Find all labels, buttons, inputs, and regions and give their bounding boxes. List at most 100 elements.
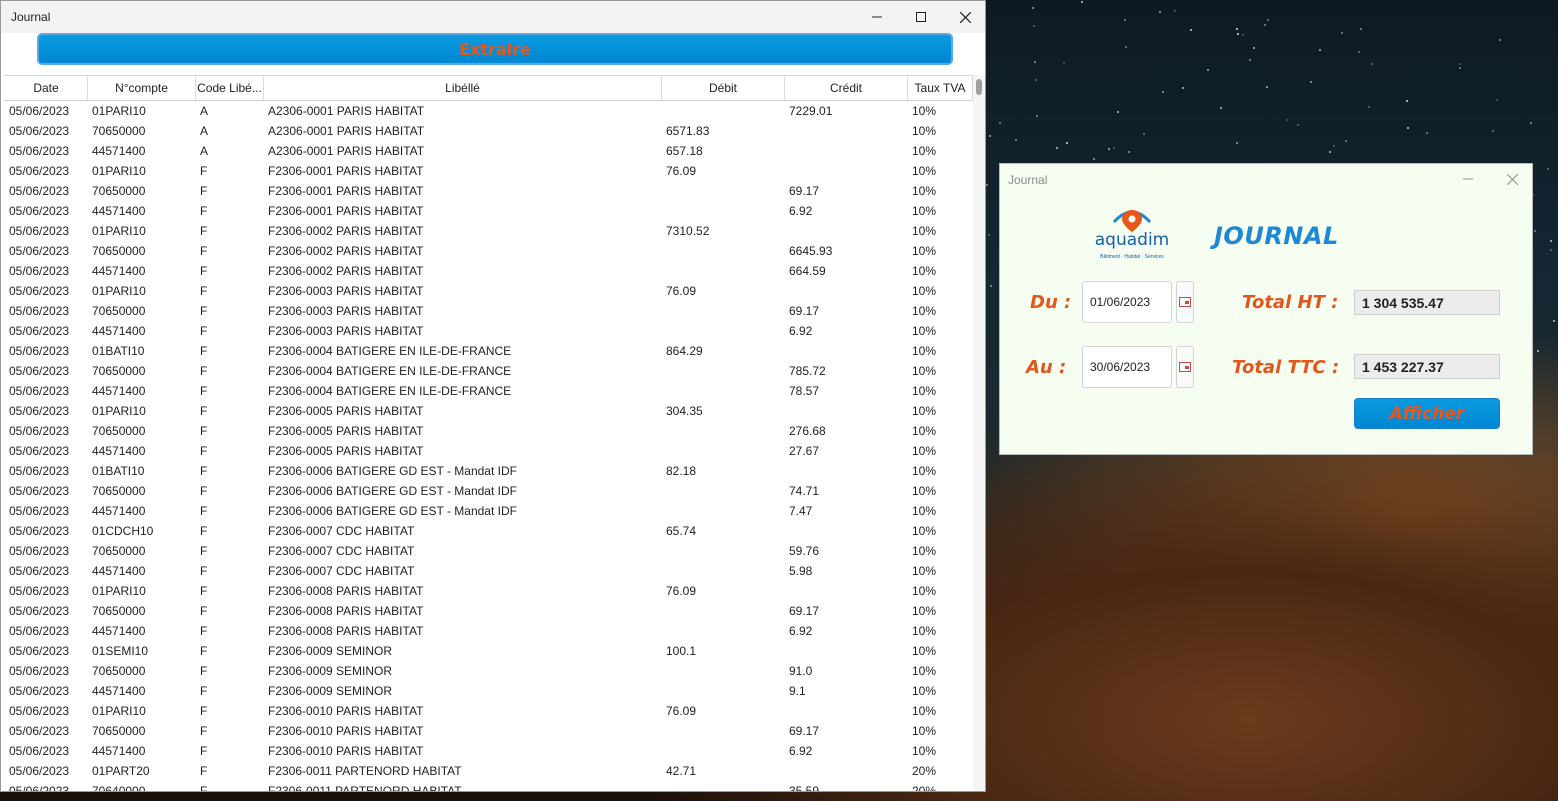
cell-debit — [662, 241, 785, 261]
table-row[interactable]: 05/06/2023 01PARI10 F F2306-0010 PARIS HABI… — [5, 701, 973, 721]
minimize-icon — [872, 16, 882, 18]
table-row[interactable]: 05/06/2023 44571400 A A2306-0001 PARIS HABI… — [5, 141, 973, 161]
cell-account: 70650000 — [92, 304, 146, 318]
cell-date: 05/06/2023 — [9, 324, 70, 338]
cell-label: F2306-0009 SEMINOR — [268, 664, 393, 678]
date-from-input[interactable]: 01/06/2023 — [1082, 281, 1172, 323]
cell-account: 70650000 — [92, 604, 146, 618]
table-row[interactable]: 05/06/2023 01PARI10 F F2306-0008 PARIS HABI… — [5, 581, 973, 601]
table-row[interactable]: 05/06/2023 70650000 F F2306-0008 PARIS HABI… — [5, 601, 973, 621]
scrollbar-thumb[interactable] — [976, 79, 982, 95]
cell-code: F — [200, 624, 208, 638]
table-row[interactable]: 05/06/2023 44571400 F F2306-0003 PARIS HABI… — [5, 321, 973, 341]
vertical-scrollbar[interactable] — [973, 75, 985, 791]
table-row[interactable]: 05/06/2023 44571400 F F2306-0010 PARIS HABI… — [5, 741, 973, 761]
cell-vat: 10% — [912, 684, 937, 698]
table-row[interactable]: 05/06/2023 01BATI10 F F2306-0004 BATIGERE E… — [5, 341, 973, 361]
cell-account: 70650000 — [92, 184, 146, 198]
star — [1117, 111, 1119, 113]
cell-date: 05/06/2023 — [9, 664, 70, 678]
table-row[interactable]: 05/06/2023 70650000 F F2306-0006 BATIGERE G… — [5, 481, 973, 501]
column-header-date[interactable]: Date — [5, 76, 88, 100]
cell-account: 01BATI10 — [92, 464, 145, 478]
table-row[interactable]: 05/06/2023 44571400 F F2306-0008 PARIS HABI… — [5, 621, 973, 641]
table-row[interactable]: 05/06/2023 44571400 F F2306-0009 SEMINOR 9.1… — [5, 681, 973, 701]
table-row[interactable]: 05/06/2023 70650000 F F2306-0009 SEMINOR 91.… — [5, 661, 973, 681]
cell-date: 05/06/2023 — [9, 244, 70, 258]
cell-code: F — [200, 644, 208, 658]
afficher-button[interactable]: Afficher — [1354, 398, 1500, 429]
table-row[interactable]: 05/06/2023 01CDCH10 F F2306-0007 CDC HABITA… — [5, 521, 973, 541]
cell-vat: 10% — [912, 324, 937, 338]
star — [988, 234, 990, 236]
cell-debit — [662, 501, 785, 521]
table-row[interactable]: 05/06/2023 70650000 F F2306-0010 PARIS HABI… — [5, 721, 973, 741]
star — [1125, 46, 1127, 48]
cell-debit — [662, 481, 785, 501]
date-from-calendar-button[interactable] — [1176, 281, 1194, 323]
cell-account: 01PARI10 — [92, 404, 146, 418]
date-to-calendar-button[interactable] — [1176, 346, 1194, 388]
cell-credit: 6.92 — [789, 324, 813, 338]
cell-vat: 10% — [912, 204, 937, 218]
column-header-code[interactable]: Code Libé... — [196, 76, 264, 100]
column-header-label[interactable]: Libéllé — [264, 76, 662, 100]
journal-heading: JOURNAL — [1214, 222, 1339, 250]
cell-date: 05/06/2023 — [9, 264, 70, 278]
table-row[interactable]: 05/06/2023 01PARI10 F F2306-0003 PARIS HABI… — [5, 281, 973, 301]
table-row[interactable]: 05/06/2023 01PARI10 F F2306-0002 PARIS HABI… — [5, 221, 973, 241]
cell-date: 05/06/2023 — [9, 204, 70, 218]
table-row[interactable]: 05/06/2023 01PART20 F F2306-0011 PARTENORD … — [5, 761, 973, 781]
cell-date: 05/06/2023 — [9, 104, 70, 118]
cell-date: 05/06/2023 — [9, 744, 70, 758]
minimize-button[interactable] — [855, 1, 899, 33]
table-row[interactable]: 05/06/2023 44571400 F F2306-0004 BATIGERE E… — [5, 381, 973, 401]
cell-label: F2306-0009 SEMINOR — [268, 684, 393, 698]
table-row[interactable]: 05/06/2023 70650000 F F2306-0001 PARIS HABI… — [5, 181, 973, 201]
maximize-button[interactable] — [899, 1, 943, 33]
table-row[interactable]: 05/06/2023 70650000 F F2306-0005 PARIS HABI… — [5, 421, 973, 441]
cell-debit — [662, 721, 785, 741]
cell-credit: 664.59 — [789, 264, 826, 278]
star — [1264, 24, 1266, 26]
cell-label: F2306-0010 PARIS HABITAT — [268, 744, 424, 758]
table-row[interactable]: 05/06/2023 70650000 F F2306-0007 CDC HABITA… — [5, 541, 973, 561]
cell-credit — [785, 521, 908, 541]
journal-main-window: Journal Extraire Date N°compte Code Libé..… — [0, 0, 986, 792]
table-row[interactable]: 05/06/2023 70650000 F F2306-0003 PARIS HABI… — [5, 301, 973, 321]
cell-debit — [662, 361, 785, 381]
column-header-credit[interactable]: Crédit — [785, 76, 908, 100]
table-row[interactable]: 05/06/2023 01PARI10 F F2306-0001 PARIS HABI… — [5, 161, 973, 181]
table-row[interactable]: 05/06/2023 70650000 F F2306-0004 BATIGERE E… — [5, 361, 973, 381]
table-row[interactable]: 05/06/2023 44571400 F F2306-0001 PARIS HABI… — [5, 201, 973, 221]
cell-vat: 10% — [912, 704, 937, 718]
cell-label: F2306-0001 PARIS HABITAT — [268, 204, 424, 218]
table-row[interactable]: 05/06/2023 44571400 F F2306-0006 BATIGERE G… — [5, 501, 973, 521]
cell-vat: 10% — [912, 304, 937, 318]
table-row[interactable]: 05/06/2023 01PARI10 F F2306-0005 PARIS HABI… — [5, 401, 973, 421]
cell-label: F2306-0007 CDC HABITAT — [268, 564, 415, 578]
column-header-account[interactable]: N°compte — [88, 76, 196, 100]
table-row[interactable]: 05/06/2023 44571400 F F2306-0002 PARIS HABI… — [5, 261, 973, 281]
star — [1537, 350, 1539, 352]
table-row[interactable]: 05/06/2023 70650000 A A2306-0001 PARIS HABI… — [5, 121, 973, 141]
date-to-input[interactable]: 30/06/2023 — [1082, 346, 1172, 388]
table-row[interactable]: 05/06/2023 01PARI10 A A2306-0001 PARIS HABI… — [5, 101, 973, 121]
table-row[interactable]: 05/06/2023 44571400 F F2306-0007 CDC HABITA… — [5, 561, 973, 581]
cell-label: F2306-0002 PARIS HABITAT — [268, 224, 424, 238]
cell-debit — [662, 261, 785, 281]
extraire-button[interactable]: Extraire — [37, 33, 953, 65]
cell-code: F — [200, 344, 208, 358]
table-row[interactable]: 05/06/2023 70650000 F F2306-0002 PARIS HABI… — [5, 241, 973, 261]
column-header-vat[interactable]: Taux TVA — [908, 76, 973, 100]
star — [1319, 49, 1321, 51]
table-row[interactable]: 05/06/2023 44571400 F F2306-0005 PARIS HABI… — [5, 441, 973, 461]
cell-code: F — [200, 224, 208, 238]
close-button[interactable] — [943, 1, 985, 33]
table-row[interactable]: 05/06/2023 01BATI10 F F2306-0006 BATIGERE G… — [5, 461, 973, 481]
filter-close-button[interactable] — [1490, 164, 1534, 194]
table-row[interactable]: 05/06/2023 01SEMI10 F F2306-0009 SEMINOR 100… — [5, 641, 973, 661]
table-row[interactable]: 05/06/2023 70640000 F F2306-0011 PARTENORD … — [5, 781, 973, 791]
filter-minimize-button[interactable] — [1446, 164, 1490, 194]
column-header-debit[interactable]: Débit — [662, 76, 785, 100]
